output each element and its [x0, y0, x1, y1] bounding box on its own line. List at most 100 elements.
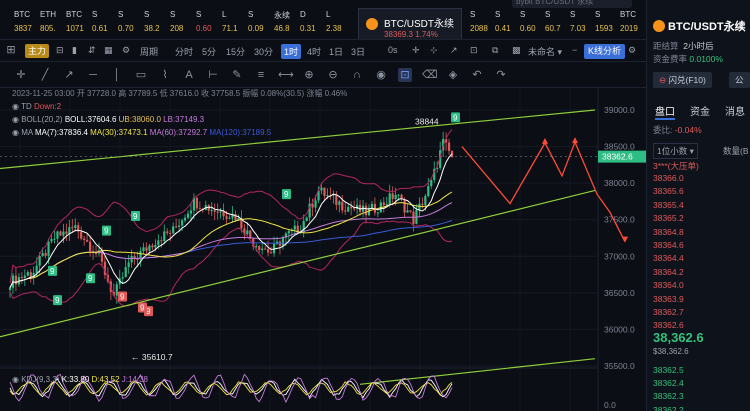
notice-button[interactable]: 公 — [729, 72, 750, 88]
expand-icon[interactable]: ⊞ — [4, 43, 18, 57]
symbol-tab[interactable]: ETH 805. — [40, 10, 66, 38]
eye-icon[interactable]: ◉ — [12, 115, 19, 124]
symbol-tab[interactable]: S 1593 — [595, 10, 621, 38]
zoom-in-icon[interactable]: ⊕ — [302, 68, 316, 82]
legend-open: 开 37728.0 — [76, 89, 116, 98]
text-icon[interactable]: A — [182, 68, 196, 82]
symbol-tab[interactable]: S 0.70 — [118, 10, 144, 38]
panel-tab-1[interactable]: 盘口 — [655, 103, 675, 120]
undo-icon[interactable]: ↶ — [470, 68, 484, 82]
symbol-tab[interactable]: S 0.61 — [92, 10, 118, 38]
hline-icon[interactable]: ─ — [86, 68, 100, 82]
layer-icon[interactable]: ◈ — [446, 68, 460, 82]
zero-s-button[interactable]: 0s — [388, 45, 398, 55]
period-button[interactable]: 周期 — [140, 45, 158, 58]
symbol-tab[interactable]: S 0.60 — [196, 10, 222, 38]
symbol-tab[interactable]: S 2088 — [470, 10, 496, 38]
symbol-tab[interactable]: S 38.2 — [144, 10, 170, 38]
sell-order-price[interactable]: 38364.8 — [653, 227, 684, 237]
sell-order-price[interactable]: 38363.9 — [653, 294, 684, 304]
interval-4[interactable]: 30分 — [254, 45, 273, 58]
buy-order-price[interactable]: 38362.2 — [653, 405, 684, 411]
search-input[interactable]: bybit BTC/USDT 永续 — [512, 0, 632, 8]
template-name-dropdown[interactable]: 未命名 ▾ — [528, 45, 562, 58]
sell-order-price[interactable]: 38364.4 — [653, 253, 684, 263]
ray-icon[interactable]: ↗ — [62, 68, 76, 82]
main-indicator-button[interactable]: 主力 — [25, 44, 50, 58]
crosshair-icon[interactable]: ✛ — [14, 68, 28, 82]
symbol-tab[interactable]: L 71.1 — [222, 10, 248, 38]
zoom-out-icon[interactable]: ⊖ — [326, 68, 340, 82]
magnet-icon[interactable]: ∩ — [350, 68, 364, 82]
indicator-toggle-icon[interactable]: ⊟ — [56, 45, 64, 56]
vline-icon[interactable]: │ — [110, 68, 124, 82]
eye-icon[interactable]: ◉ — [12, 375, 19, 384]
sell-order-price[interactable]: 38365.4 — [653, 200, 684, 210]
price-chart[interactable]: 39000.0 38500.0 38000.0 37500.0 37000.0 36500… — [0, 88, 646, 411]
symbol-tab[interactable]: S 60.7 — [545, 10, 571, 38]
brush-icon[interactable]: ✎ — [230, 68, 244, 82]
rect-icon[interactable]: ▭ — [134, 68, 148, 82]
eye-icon[interactable]: ◉ — [374, 68, 388, 82]
k-analysis-button[interactable]: K线分析 — [584, 44, 626, 59]
ruler-icon[interactable]: ⊢ — [206, 68, 220, 82]
minus-icon[interactable]: − — [572, 45, 577, 55]
grid-icon[interactable]: ▩ — [512, 45, 521, 56]
path-icon[interactable]: ⌇ — [158, 68, 172, 82]
symbol-tab[interactable]: BTC 1071 — [66, 10, 92, 38]
interval-2[interactable]: 5分 — [202, 45, 216, 58]
layout-icon[interactable]: ▦ — [104, 45, 113, 56]
interval-1[interactable]: 分时 — [175, 45, 193, 58]
symbol-tab[interactable]: BTC 3837 — [14, 10, 40, 38]
sell-order-price[interactable]: 38365.6 — [653, 186, 684, 196]
symbol-tab[interactable]: BTC 2019 — [620, 10, 646, 38]
redo-icon[interactable]: ↷ — [494, 68, 508, 82]
interval-6[interactable]: 4时 — [307, 45, 321, 58]
line-icon[interactable]: ╱ — [38, 68, 52, 82]
symbol-tab[interactable]: 永续 46.8 — [274, 10, 300, 38]
interval-3[interactable]: 15分 — [226, 45, 245, 58]
panel-tab-3[interactable]: 消息 — [725, 103, 745, 118]
symbol-tab[interactable]: L 2.38 — [326, 10, 352, 38]
sell-order-price[interactable]: 38364.2 — [653, 267, 684, 277]
symbol-tab[interactable]: S 0.60 — [520, 10, 546, 38]
interval-7[interactable]: 1日 — [329, 45, 343, 58]
sell-order-price[interactable]: 38362.7 — [653, 307, 684, 317]
symbol-tab[interactable]: S 0.41 — [495, 10, 521, 38]
interval-5[interactable]: 1时 — [281, 44, 302, 59]
panel-tab-2[interactable]: 资金 — [690, 103, 710, 118]
gear-icon[interactable]: ⚙ — [628, 45, 636, 56]
ruler-icon[interactable]: ⊡ — [470, 45, 478, 56]
sell-order-price[interactable]: 38362.6 — [653, 320, 684, 330]
settings-icon[interactable]: ⚙ — [122, 45, 130, 56]
buy-order-price[interactable]: 38362.3 — [653, 391, 684, 401]
sell-order-price[interactable]: 38364.0 — [653, 280, 684, 290]
active-symbol-tab[interactable]: BTC/USDT永续 38369.3 1.74% — [358, 8, 462, 39]
interval-8[interactable]: 3日 — [351, 45, 365, 58]
measure-icon[interactable]: ⟷ — [278, 68, 294, 82]
compare-icon[interactable]: ⇵ — [88, 45, 96, 56]
eye-icon[interactable]: ◉ — [12, 128, 19, 137]
sell-order-price[interactable]: 38364.6 — [653, 240, 684, 250]
fib-icon[interactable]: ≡ — [254, 68, 268, 82]
symbol-tab[interactable]: D 0.31 — [300, 10, 326, 38]
arrow-icon[interactable]: ↗ — [450, 45, 458, 56]
symbol-tab[interactable]: S 7.03 — [570, 10, 596, 38]
cursor-icon[interactable]: ⊹ — [430, 45, 438, 56]
buy-order-price[interactable]: 38362.4 — [653, 378, 684, 388]
symbol-tab[interactable]: S 208 — [170, 10, 196, 38]
buy-order-price[interactable]: 38362.5 — [653, 365, 684, 375]
crosshair-toggle-icon[interactable]: ✛ — [412, 45, 420, 56]
candle-type-icon[interactable]: ▮ — [72, 45, 77, 56]
trash-icon[interactable]: ⌫ — [422, 68, 438, 82]
chart-style-icon[interactable]: ⧉ — [492, 45, 498, 56]
decimals-dropdown[interactable]: 1位小数 ▾ — [653, 143, 698, 159]
flash-swap-button[interactable]: ⊖ 闪兑(F10) — [653, 72, 712, 88]
symbol-tab[interactable]: S 0.09 — [248, 10, 274, 38]
sell-order-price[interactable]: 38365.2 — [653, 213, 684, 223]
candle-body — [175, 226, 178, 228]
sell-order-price[interactable]: 38366.0 — [653, 173, 684, 183]
bitcoin-icon — [366, 18, 378, 30]
eye-icon[interactable]: ◉ — [12, 102, 19, 111]
lock-icon[interactable]: ⊡ — [398, 68, 412, 82]
